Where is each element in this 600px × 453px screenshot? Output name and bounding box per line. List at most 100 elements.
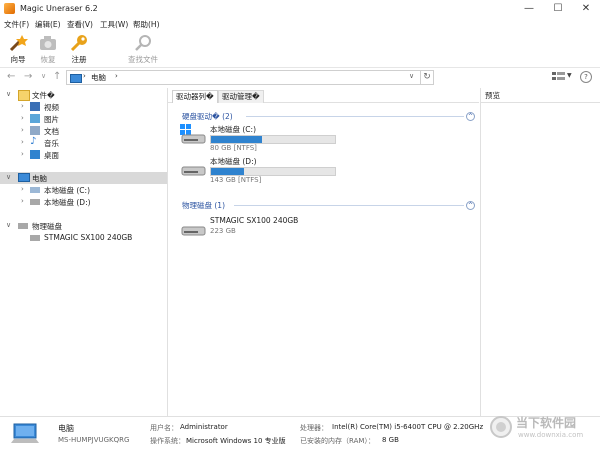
disk-icon xyxy=(18,223,28,229)
status-cpu: Intel(R) Core(TM) i5-6400T CPU @ 2.20GHz xyxy=(332,423,484,431)
tree-item-pictures[interactable]: › 图片 xyxy=(0,113,167,125)
watermark-text: 当下软件园 xyxy=(516,416,577,430)
drive-info: 143 GB [NTFS] xyxy=(210,176,262,184)
tree-item-desktop[interactable]: › 桌面 xyxy=(0,149,167,161)
usage-bar xyxy=(210,167,336,176)
status-os: Microsoft Windows 10 专业版 xyxy=(186,437,286,445)
tab-driver-manage[interactable]: 驱动管理� xyxy=(218,90,264,103)
forward-icon[interactable]: → xyxy=(24,71,32,82)
address-row: ← → ∨ ↑ › 电脑 › ∨ ↻ ▼ ? xyxy=(0,68,600,86)
chevron-right-icon[interactable]: › xyxy=(21,185,24,193)
music-icon: ♪ xyxy=(30,136,37,147)
folder-icon xyxy=(18,90,30,101)
menu-help[interactable]: 帮助(H) xyxy=(133,19,160,30)
preview-header: 预览 xyxy=(481,88,600,103)
chevron-right-icon[interactable]: › xyxy=(21,150,24,158)
chevron-right-icon[interactable]: › xyxy=(21,138,24,146)
status-computer: 电脑 xyxy=(58,424,74,433)
search-icon xyxy=(135,35,151,51)
computer-icon xyxy=(18,173,30,182)
drive-list-pane: 驱动器列� 驱动管理� 硬盘驱动� (2) ^ 本地磁盘 (C:) 80 GB … xyxy=(168,88,479,416)
find-file-button[interactable]: 查找文件 xyxy=(122,34,164,66)
register-button[interactable]: 注册 xyxy=(61,34,97,66)
disk-icon xyxy=(30,235,40,241)
tree-item-music[interactable]: › ♪ 音乐 xyxy=(0,136,167,149)
collapse-icon[interactable]: ^ xyxy=(466,112,475,121)
menu-view[interactable]: 查看(V) xyxy=(67,19,93,30)
tree-item-physical-disks[interactable]: ∨ 物理磁盘 xyxy=(0,220,167,232)
chevron-right-icon[interactable]: › xyxy=(21,126,24,134)
tree-item-documents[interactable]: › 文档 xyxy=(0,125,167,137)
up-icon[interactable]: ↑ xyxy=(53,71,61,82)
usage-bar-fill xyxy=(211,136,262,143)
window-title: Magic Uneraser 6.2 xyxy=(20,4,98,13)
chevron-right-icon[interactable]: › xyxy=(21,114,24,122)
address-bar[interactable]: › 电脑 › ∨ xyxy=(66,70,421,85)
drive-icon xyxy=(30,199,40,205)
chevron-right-icon[interactable]: › xyxy=(21,102,24,110)
computer-icon xyxy=(11,423,39,443)
toolbar: 向导 恢复 注册 查找文件 xyxy=(0,31,600,68)
watermark: 当下软件园 www.downxia.com xyxy=(490,408,600,450)
group-hard-drives: 硬盘驱动� (2) xyxy=(182,112,233,121)
disk-info: 223 GB xyxy=(210,227,236,235)
tree-item-videos[interactable]: › 视频 xyxy=(0,101,167,113)
computer-icon xyxy=(70,74,82,83)
status-machine: MS-HUMPJVUGKQRG xyxy=(58,436,130,444)
refresh-icon[interactable]: ↻ xyxy=(420,70,434,85)
documents-folder-icon xyxy=(30,126,40,135)
history-dropdown-icon[interactable]: ∨ xyxy=(41,72,46,80)
maximize-button[interactable]: ☐ xyxy=(544,0,572,18)
status-ram: 8 GB xyxy=(382,436,399,444)
tree-item-files[interactable]: ∨ 文件� xyxy=(0,89,167,101)
disk-name: STMAGIC SX100 240GB xyxy=(210,216,299,225)
drive-name: 本地磁盘 (D:) xyxy=(210,157,257,166)
tree-item-computer[interactable]: ∨ 电脑 xyxy=(0,172,167,184)
drive-item-d[interactable]: 本地磁盘 (D:) 143 GB [NTFS] xyxy=(180,156,480,184)
help-icon[interactable]: ? xyxy=(580,71,592,83)
usage-bar xyxy=(210,135,336,144)
group-physical-disks: 物理磁盘 (1) xyxy=(182,201,226,210)
usage-bar-fill xyxy=(211,168,245,175)
view-mode-icon[interactable] xyxy=(552,71,566,81)
drive-info: 80 GB [NTFS] xyxy=(210,144,257,152)
tree-item-local-d[interactable]: › 本地磁盘 (D:) xyxy=(0,196,167,208)
group-divider xyxy=(246,116,464,117)
menu-tools[interactable]: 工具(W) xyxy=(100,19,128,30)
expand-icon[interactable]: ∨ xyxy=(6,90,11,98)
app-logo-icon xyxy=(4,3,15,14)
tree-item-local-c[interactable]: › 本地磁盘 (C:) xyxy=(0,184,167,196)
address-path-item[interactable]: 电脑 xyxy=(91,72,106,83)
physical-disk-item[interactable]: STMAGIC SX100 240GB 223 GB xyxy=(180,216,480,240)
drive-name: 本地磁盘 (C:) xyxy=(210,125,256,134)
chevron-right-icon[interactable]: › xyxy=(21,197,24,205)
expand-icon[interactable]: ∨ xyxy=(6,221,11,229)
menu-file[interactable]: 文件(F) xyxy=(4,19,29,30)
desktop-icon xyxy=(30,150,40,159)
expand-icon[interactable]: ∨ xyxy=(6,173,11,181)
preview-title: 预览 xyxy=(485,91,500,100)
minimize-button[interactable]: — xyxy=(515,0,543,18)
watermark-url: www.downxia.com xyxy=(518,431,584,439)
pictures-folder-icon xyxy=(30,114,40,123)
title-bar: Magic Uneraser 6.2 — ☐ ✕ xyxy=(0,0,600,18)
tab-driver-list[interactable]: 驱动器列� xyxy=(172,90,218,103)
menu-bar: 文件(F) 编辑(E) 查看(V) 工具(W) 帮助(H) xyxy=(0,18,600,31)
drive-item-c[interactable]: 本地磁盘 (C:) 80 GB [NTFS] xyxy=(180,124,480,152)
watermark-logo-icon xyxy=(490,416,512,438)
drive-icon xyxy=(30,187,40,193)
disk-icon xyxy=(181,226,206,236)
menu-edit[interactable]: 编辑(E) xyxy=(35,19,61,30)
drive-icon xyxy=(181,166,206,176)
back-icon[interactable]: ← xyxy=(7,71,15,82)
tab-strip: 驱动器列� 驱动管理� xyxy=(168,88,479,103)
group-divider xyxy=(234,205,464,206)
status-user: Administrator xyxy=(180,423,228,431)
collapse-icon[interactable]: ^ xyxy=(466,201,475,210)
tree-item-stmagic[interactable]: STMAGIC SX100 240GB xyxy=(0,232,167,244)
view-dropdown-icon[interactable]: ▼ xyxy=(567,72,572,79)
camera-icon xyxy=(40,36,56,50)
address-dropdown-icon[interactable]: ∨ xyxy=(409,72,414,80)
close-button[interactable]: ✕ xyxy=(572,0,600,18)
folder-tree: ∨ 文件� › 视频 › 图片 › 文档 › ♪ 音乐 › 桌面 ∨ 电脑 › … xyxy=(0,88,168,416)
